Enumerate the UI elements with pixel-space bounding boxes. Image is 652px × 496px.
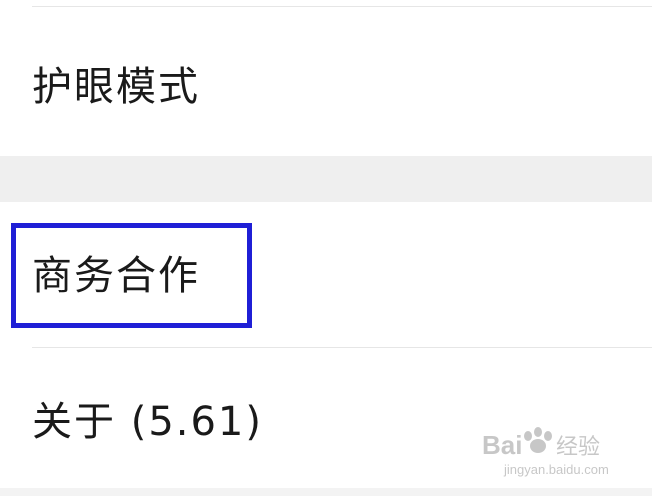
section-gap	[0, 156, 652, 202]
settings-item-label: 关于 (5.61)	[32, 399, 263, 445]
bottom-band	[0, 488, 652, 496]
settings-item-eye-protection[interactable]: 护眼模式	[0, 8, 652, 156]
settings-screen: 护眼模式 商务合作 关于 (5.61) Bai 经验 jingyan.baidu…	[0, 0, 652, 496]
settings-item-business-cooperation[interactable]: 商务合作	[0, 202, 652, 347]
settings-item-label: 护眼模式	[32, 64, 200, 110]
settings-item-about[interactable]: 关于 (5.61)	[0, 348, 652, 488]
top-divider	[32, 6, 652, 7]
settings-item-label: 商务合作	[32, 253, 200, 299]
